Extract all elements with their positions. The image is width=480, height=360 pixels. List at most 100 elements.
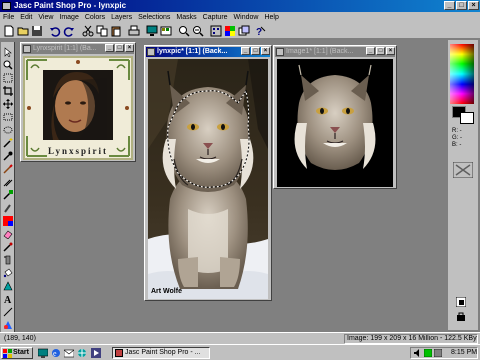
start-button[interactable]: Start (1, 347, 33, 359)
help-icon[interactable]: ? (254, 25, 266, 37)
lynxspirit-close-button[interactable]: × (125, 44, 134, 52)
lynxspirit-caption: Lynxspirit (47, 146, 108, 156)
layers-icon[interactable] (238, 25, 250, 37)
menu-view[interactable]: View (35, 12, 56, 23)
r-value: R: - (452, 128, 462, 134)
menu-image[interactable]: Image (56, 12, 81, 23)
lynxpic-maximize-button[interactable]: □ (251, 47, 260, 55)
color-palette-icon[interactable] (224, 25, 236, 37)
paintshop-task-icon (115, 349, 123, 357)
desktop-icon[interactable] (38, 348, 48, 358)
paste-icon[interactable] (110, 25, 122, 37)
color-spectrum[interactable] (450, 44, 474, 104)
lynxpic-canvas[interactable]: Art Wolfe (148, 59, 268, 299)
minimize-button[interactable]: _ (444, 1, 455, 10)
close-button[interactable]: × (468, 1, 479, 10)
preset-shapes-tool-icon[interactable] (3, 320, 13, 330)
menu-window[interactable]: Window (231, 12, 262, 23)
menu-colors[interactable]: Colors (82, 12, 108, 23)
zoom-tool-icon[interactable] (3, 60, 13, 70)
internet-explorer-icon[interactable]: e (51, 348, 61, 358)
scratch-remover-tool-icon[interactable] (3, 216, 13, 226)
new-file-icon[interactable] (3, 25, 15, 37)
lynx-head-cutout (277, 59, 393, 187)
print-icon[interactable] (128, 25, 140, 37)
clone-brush-tool-icon[interactable] (3, 177, 13, 187)
speaker-icon[interactable] (414, 349, 422, 357)
shape-tool-icon[interactable] (3, 281, 13, 291)
monitor-icon[interactable] (146, 25, 158, 37)
lynxspirit-maximize-button[interactable]: □ (115, 44, 124, 52)
mover-tool-icon[interactable] (3, 99, 13, 109)
color-palette-panel: R: - G: - B: - (448, 40, 478, 330)
airbrush-tool-icon[interactable] (3, 255, 13, 265)
lynxspirit-titlebar[interactable]: Lynxspirit [1:1] (Ba... _ □ × (22, 44, 134, 54)
image1-maximize-button[interactable]: □ (376, 47, 385, 55)
browse-icon[interactable] (160, 25, 172, 37)
menu-capture[interactable]: Capture (200, 12, 231, 23)
tray-app-icon[interactable] (434, 349, 442, 357)
redo-icon[interactable] (63, 25, 75, 37)
image1-minimize-button[interactable]: _ (366, 47, 375, 55)
maximize-button[interactable]: □ (456, 1, 467, 10)
menu-selections[interactable]: Selections (135, 12, 173, 23)
lynxpic-window[interactable]: lynxpic* [1:1] (Back... _ □ × Art Wolfe (144, 45, 272, 301)
lynxspirit-canvas[interactable]: Lynxspirit (23, 56, 133, 160)
arrow-tool-icon[interactable] (3, 47, 13, 57)
menu-edit[interactable]: Edit (17, 12, 35, 23)
media-player-icon[interactable] (91, 348, 101, 358)
picture-tube-tool-icon[interactable] (3, 242, 13, 252)
draw-tool-icon[interactable] (3, 307, 13, 317)
freehand-tool-icon[interactable] (3, 125, 13, 135)
flood-fill-tool-icon[interactable] (3, 268, 13, 278)
photo-credit: Art Wolfe (151, 288, 182, 295)
dropper-tool-icon[interactable] (3, 151, 13, 161)
image1-window[interactable]: Image1* [1:1] (Back... _ □ × (273, 45, 397, 189)
style-swatch-icon[interactable] (453, 162, 473, 178)
lynxspirit-window[interactable]: Lynxspirit [1:1] (Ba... _ □ × Lynxspirit (20, 42, 136, 162)
lock-icon[interactable] (456, 311, 466, 321)
menu-layers[interactable]: Layers (108, 12, 135, 23)
clock[interactable]: 8:15 PM (451, 348, 477, 358)
save-icon[interactable] (31, 25, 43, 37)
app-icon[interactable] (2, 2, 11, 10)
outlook-icon[interactable] (64, 348, 74, 358)
svg-text:A: A (4, 295, 12, 304)
magic-wand-tool-icon[interactable] (3, 138, 13, 148)
lynxpic-minimize-button[interactable]: _ (241, 47, 250, 55)
zoom-in-icon[interactable] (178, 25, 190, 37)
b-value: B: - (452, 142, 462, 148)
menu-masks[interactable]: Masks (173, 12, 199, 23)
open-folder-icon[interactable] (17, 25, 29, 37)
retouch-tool-icon[interactable] (3, 203, 13, 213)
crop-tool-icon[interactable] (3, 86, 13, 96)
tool-palette-icon[interactable] (210, 25, 222, 37)
taskbar-paintshop-button[interactable]: Jasc Paint Shop Pro - ... (112, 347, 210, 359)
color-replacer-tool-icon[interactable] (3, 190, 13, 200)
channels-icon[interactable] (77, 348, 87, 358)
lynxpic-close-button[interactable]: × (261, 47, 270, 55)
deformation-tool-icon[interactable] (3, 73, 13, 83)
cut-icon[interactable] (82, 25, 94, 37)
zoom-out-icon[interactable] (192, 25, 204, 37)
text-tool-icon[interactable]: A (3, 294, 13, 304)
lynxpic-titlebar[interactable]: lynxpic* [1:1] (Back... _ □ × (146, 47, 270, 57)
network-icon[interactable] (424, 349, 432, 357)
copy-icon[interactable] (96, 25, 108, 37)
selection-tool-icon[interactable] (3, 112, 13, 122)
background-color-swatch[interactable] (460, 112, 474, 124)
image1-canvas[interactable] (277, 59, 393, 187)
eraser-tool-icon[interactable] (3, 229, 13, 239)
paintbrush-tool-icon[interactable] (3, 164, 13, 174)
menu-file[interactable]: File (0, 12, 17, 23)
status-bar: (189, 140) Image: 199 x 209 x 16 Million… (0, 332, 480, 344)
nested-square-icon[interactable] (456, 297, 466, 307)
app-titlebar: Jasc Paint Shop Pro - lynxpic _ □ × (0, 0, 480, 12)
menu-help[interactable]: Help (261, 12, 281, 23)
image1-close-button[interactable]: × (386, 47, 395, 55)
undo-icon[interactable] (49, 25, 61, 37)
document-icon (147, 48, 155, 56)
image1-titlebar[interactable]: Image1* [1:1] (Back... _ □ × (275, 47, 395, 57)
color-values: R: - G: - B: - (452, 128, 476, 149)
lynxspirit-minimize-button[interactable]: _ (105, 44, 114, 52)
